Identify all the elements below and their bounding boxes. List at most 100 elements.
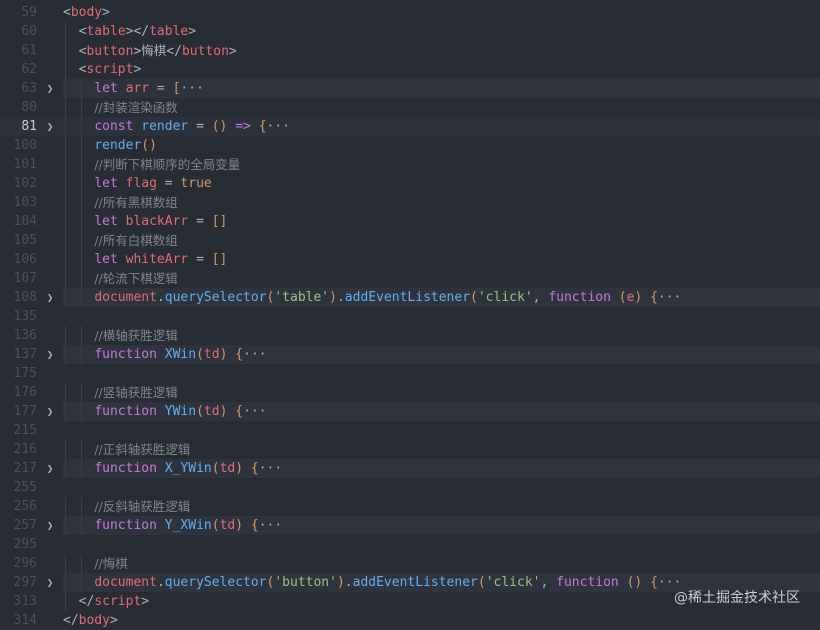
code-text: document.querySelector('table').addEvent… xyxy=(63,288,820,307)
line-number: 81 xyxy=(21,119,37,134)
code-line[interactable]: 62 <script> xyxy=(0,60,820,79)
indent-guide xyxy=(80,136,82,155)
code-token: ··· xyxy=(243,347,267,362)
code-token: . xyxy=(344,575,353,590)
code-token: addEventListener xyxy=(344,290,471,305)
line-number: 62 xyxy=(21,62,37,77)
chevron-right-icon[interactable]: ❯ xyxy=(44,288,56,307)
line-number: 101 xyxy=(13,157,37,172)
indent-guide xyxy=(65,497,66,517)
indent-guide xyxy=(65,136,66,155)
code-text: //横轴获胜逻辑 xyxy=(63,326,820,346)
code-token: render xyxy=(94,138,142,153)
chevron-right-icon[interactable]: ❯ xyxy=(44,459,56,478)
code-line[interactable]: 106 let whiteArr = [] xyxy=(0,250,820,269)
code-line[interactable]: 103 //所有黑棋数组 xyxy=(0,193,820,213)
code-line[interactable]: 136 //横轴获胜逻辑 xyxy=(0,326,820,346)
code-text: const render = () => {··· xyxy=(63,117,820,136)
code-token: < xyxy=(63,5,71,20)
code-token: < xyxy=(63,24,87,39)
chevron-right-icon[interactable]: ❯ xyxy=(44,117,56,136)
code-line[interactable]: 60 <table></table> xyxy=(0,22,820,41)
code-token: 'click' xyxy=(477,290,533,305)
chevron-right-icon[interactable]: ❯ xyxy=(44,79,56,98)
code-line[interactable]: 102 let flag = true xyxy=(0,174,820,193)
code-token: querySelector xyxy=(164,290,267,305)
code-token: arr xyxy=(125,81,150,96)
code-token: //所有白棋数组 xyxy=(94,233,178,248)
chevron-right-icon[interactable]: ❯ xyxy=(44,516,56,535)
code-token: 'button' xyxy=(274,575,337,590)
chevron-right-icon[interactable]: ❯ xyxy=(44,402,56,421)
code-line[interactable]: 296 //悔棋 xyxy=(0,554,820,574)
code-line[interactable]: 255 xyxy=(0,478,820,497)
code-token: ··· xyxy=(657,290,682,305)
line-number: 80 xyxy=(21,100,37,115)
code-line[interactable]: 59 <body> xyxy=(0,3,820,22)
code-line[interactable]: 80 //封装渲染函数 xyxy=(0,98,820,118)
code-text: let blackArr = [] xyxy=(63,212,820,231)
line-number: 215 xyxy=(13,423,37,438)
line-number: 100 xyxy=(13,138,37,153)
code-text: //判断下棋顺序的全局变量 xyxy=(63,155,820,175)
code-line[interactable]: 176 //竖轴获胜逻辑 xyxy=(0,383,820,403)
chevron-right-icon[interactable]: ❯ xyxy=(44,573,56,592)
indent-guide xyxy=(65,231,66,251)
code-line[interactable]: 108 ❯ document.querySelector('table').add… xyxy=(0,288,820,307)
code-editor[interactable]: 59 <body> 60 <table></table> 61 <button>悔棋<… xyxy=(0,0,820,628)
code-token: . xyxy=(336,290,345,305)
code-line[interactable]: 107 //轮流下棋逻辑 xyxy=(0,269,820,289)
chevron-right-icon[interactable]: ❯ xyxy=(44,345,56,364)
line-number: 296 xyxy=(13,556,37,571)
indent-guide xyxy=(80,554,82,574)
code-line[interactable]: 256 //反斜轴获胜逻辑 xyxy=(0,497,820,517)
code-line[interactable]: 175 xyxy=(0,364,820,383)
code-line[interactable]: 81 ❯ const render = () => {··· xyxy=(0,117,820,136)
code-line[interactable]: 61 <button>悔棋</button> xyxy=(0,41,820,61)
code-token: { xyxy=(235,404,244,419)
code-token: function xyxy=(556,575,619,590)
code-line[interactable]: 177 ❯ function YWin(td) {··· xyxy=(0,402,820,421)
code-text: function XWin(td) {··· xyxy=(63,345,820,364)
code-line[interactable]: 63 ❯ let arr = [··· xyxy=(0,79,820,98)
line-number: 59 xyxy=(21,5,37,20)
code-line[interactable]: 104 let blackArr = [] xyxy=(0,212,820,231)
code-line[interactable]: 135 xyxy=(0,307,820,326)
code-token: => xyxy=(235,119,251,134)
code-token: ) xyxy=(235,518,244,533)
indent-guide xyxy=(65,79,66,98)
code-line[interactable]: 101 //判断下棋顺序的全局变量 xyxy=(0,155,820,175)
line-number: 108 xyxy=(13,290,37,305)
code-token: ( xyxy=(470,290,478,305)
code-token: = xyxy=(188,214,212,229)
code-line[interactable]: 100 render() xyxy=(0,136,820,155)
line-number: 177 xyxy=(13,404,37,419)
code-token: = xyxy=(188,119,212,134)
code-line[interactable]: 257 ❯ function Y_XWin(td) {··· xyxy=(0,516,820,535)
code-token: . xyxy=(156,290,165,305)
indent-guide xyxy=(80,155,82,175)
indent-guide xyxy=(65,573,66,592)
code-token: XWin xyxy=(164,347,197,362)
code-text: //悔棋 xyxy=(63,554,820,574)
code-line[interactable]: 105 //所有白棋数组 xyxy=(0,231,820,251)
code-line[interactable]: 314 </body> xyxy=(0,611,820,630)
code-line[interactable]: 215 xyxy=(0,421,820,440)
code-line[interactable]: 295 xyxy=(0,535,820,554)
code-line[interactable]: 137 ❯ function XWin(td) {··· xyxy=(0,345,820,364)
code-line[interactable]: 216 //正斜轴获胜逻辑 xyxy=(0,440,820,460)
indent-guide xyxy=(65,60,66,79)
code-line[interactable]: 217 ❯ function X_YWin(td) {··· xyxy=(0,459,820,478)
line-number: 136 xyxy=(13,328,37,343)
indent-guide xyxy=(80,288,82,307)
code-token: //反斜轴获胜逻辑 xyxy=(94,499,191,514)
code-token: ></ xyxy=(125,24,150,39)
line-number: 313 xyxy=(13,594,37,609)
